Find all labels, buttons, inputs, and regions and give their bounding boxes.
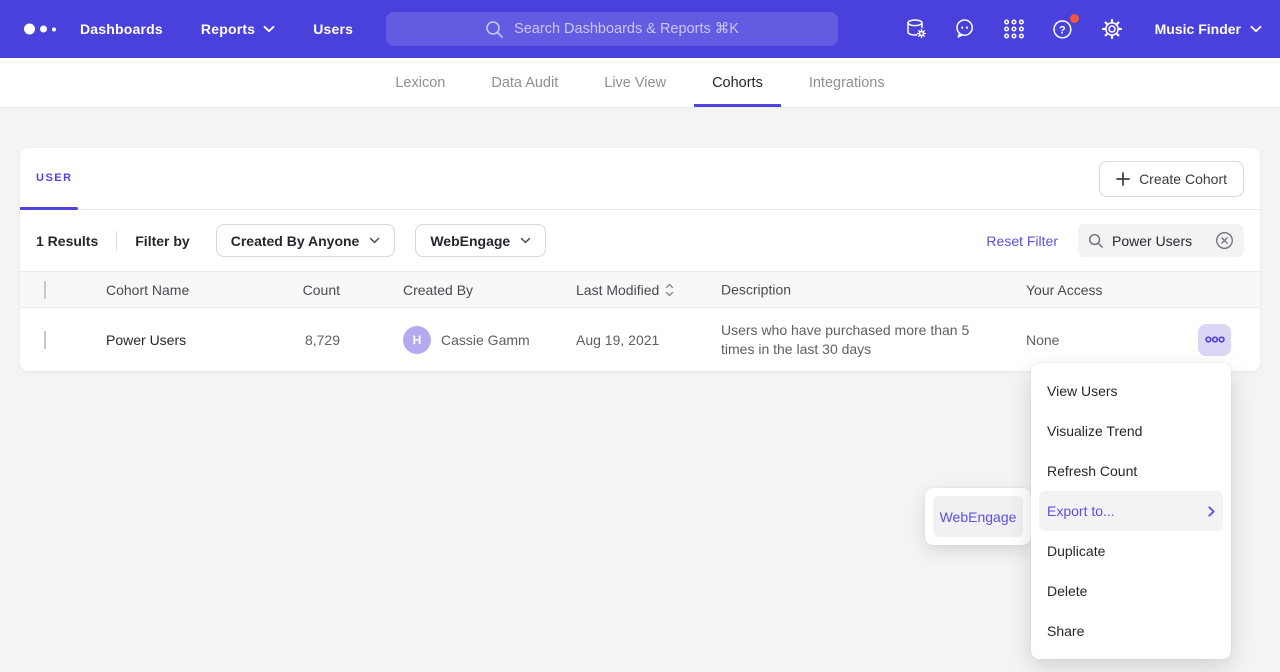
cohort-search-value: Power Users — [1112, 233, 1207, 249]
nav-users[interactable]: Users — [313, 21, 353, 37]
select-all-checkbox[interactable] — [44, 282, 46, 298]
created-by-name: Cassie Gamm — [441, 332, 530, 348]
filter-bar: 1 Results Filter by Created By Anyone We… — [20, 210, 1260, 271]
nav-reports[interactable]: Reports — [201, 21, 275, 37]
search-icon — [485, 20, 504, 39]
menu-item-duplicate[interactable]: Duplicate — [1031, 531, 1231, 571]
cohort-description: Users who have purchased more than 5 tim… — [721, 321, 977, 359]
nav-dashboards[interactable]: Dashboards — [80, 21, 163, 37]
export-to-submenu: WebEngage — [925, 488, 1031, 545]
create-cohort-label: Create Cohort — [1139, 171, 1227, 187]
cohort-created-by: H Cassie Gamm — [403, 326, 530, 354]
column-description: Description — [721, 280, 977, 299]
svg-text:?: ? — [1059, 24, 1066, 36]
avatar: H — [403, 326, 431, 354]
chevron-down-icon — [1250, 25, 1262, 33]
chevron-down-icon — [520, 237, 531, 244]
menu-item-delete[interactable]: Delete — [1031, 571, 1231, 611]
menu-item-export-to-label: Export to... — [1047, 503, 1115, 519]
cohort-last-modified: Aug 19, 2021 — [576, 332, 659, 348]
project-switcher[interactable]: Music Finder — [1155, 21, 1262, 37]
three-dots-icon — [1205, 335, 1225, 344]
table-row: Power Users 8,729 H Cassie Gamm Aug 19, … — [20, 308, 1260, 371]
nav-reports-label: Reports — [201, 21, 255, 37]
project-name: Music Finder — [1155, 21, 1241, 37]
menu-item-share[interactable]: Share — [1031, 611, 1231, 651]
primary-nav: Dashboards Reports Users — [80, 0, 353, 58]
global-search-placeholder: Search Dashboards & Reports ⌘K — [514, 21, 739, 37]
sort-icon — [665, 283, 674, 297]
data-management-icon[interactable] — [904, 17, 928, 41]
clear-search-icon[interactable] — [1215, 231, 1234, 250]
column-count: Count — [220, 282, 340, 298]
results-count: 1 Results — [36, 233, 98, 249]
cohort-search-input[interactable]: Power Users — [1078, 224, 1244, 257]
cohort-access: None — [1026, 332, 1059, 348]
tab-integrations[interactable]: Integrations — [791, 58, 903, 107]
apps-grid-icon[interactable] — [1002, 17, 1026, 41]
cohort-name-link[interactable]: Power Users — [106, 332, 186, 348]
settings-gear-icon[interactable] — [1100, 17, 1124, 41]
webengage-filter-value: WebEngage — [430, 233, 510, 249]
menu-item-view-users[interactable]: View Users — [1031, 371, 1231, 411]
table-header: Cohort Name Count Created By Last Modifi… — [20, 271, 1260, 308]
filter-right-group: Reset Filter Power Users — [986, 224, 1244, 257]
column-cohort-name: Cohort Name — [106, 282, 189, 298]
mixpanel-logo-icon[interactable] — [24, 24, 56, 35]
create-cohort-button[interactable]: Create Cohort — [1099, 161, 1244, 197]
cohort-count: 8,729 — [220, 332, 340, 348]
notification-badge — [1070, 14, 1079, 23]
cohort-actions-menu: View Users Visualize Trend Refresh Count… — [1031, 363, 1231, 659]
tab-lexicon[interactable]: Lexicon — [377, 58, 463, 107]
column-last-modified[interactable]: Last Modified — [576, 282, 674, 298]
row-actions — [1198, 324, 1231, 356]
column-created-by: Created By — [403, 282, 473, 298]
chevron-down-icon — [369, 237, 380, 244]
tab-live-view[interactable]: Live View — [586, 58, 684, 107]
search-icon — [1088, 233, 1104, 249]
chat-icon[interactable] — [953, 17, 977, 41]
created-by-filter-value: Created By Anyone — [231, 233, 360, 249]
more-options-button[interactable] — [1198, 324, 1231, 356]
cohorts-card-header: USER Create Cohort — [20, 148, 1260, 210]
help-icon[interactable]: ? — [1051, 17, 1075, 41]
data-management-tabs: Lexicon Data Audit Live View Cohorts Int… — [0, 58, 1280, 108]
column-last-modified-label: Last Modified — [576, 282, 659, 298]
global-search-input[interactable]: Search Dashboards & Reports ⌘K — [386, 12, 838, 46]
filter-by-label: Filter by — [135, 233, 189, 249]
chevron-right-icon — [1208, 506, 1215, 517]
menu-item-export-to[interactable]: Export to... — [1039, 491, 1223, 531]
menu-item-visualize-trend[interactable]: Visualize Trend — [1031, 411, 1231, 451]
chevron-down-icon — [263, 25, 275, 33]
reset-filter-link[interactable]: Reset Filter — [986, 233, 1058, 249]
plus-icon — [1116, 172, 1130, 186]
tab-user-cohorts[interactable]: USER — [36, 172, 73, 184]
created-by-filter-dropdown[interactable]: Created By Anyone — [216, 224, 396, 257]
column-your-access: Your Access — [1026, 282, 1103, 298]
cohorts-card: USER Create Cohort 1 Results Filter by C… — [20, 148, 1260, 371]
row-checkbox[interactable] — [44, 332, 46, 348]
top-navigation: Dashboards Reports Users Search Dashboar… — [0, 0, 1280, 58]
webengage-filter-dropdown[interactable]: WebEngage — [415, 224, 546, 257]
divider — [116, 231, 117, 251]
tab-data-audit[interactable]: Data Audit — [473, 58, 576, 107]
top-nav-actions: ? Music Finder — [904, 0, 1262, 58]
menu-item-refresh-count[interactable]: Refresh Count — [1031, 451, 1231, 491]
tab-cohorts[interactable]: Cohorts — [694, 58, 781, 107]
submenu-item-webengage[interactable]: WebEngage — [933, 496, 1023, 537]
